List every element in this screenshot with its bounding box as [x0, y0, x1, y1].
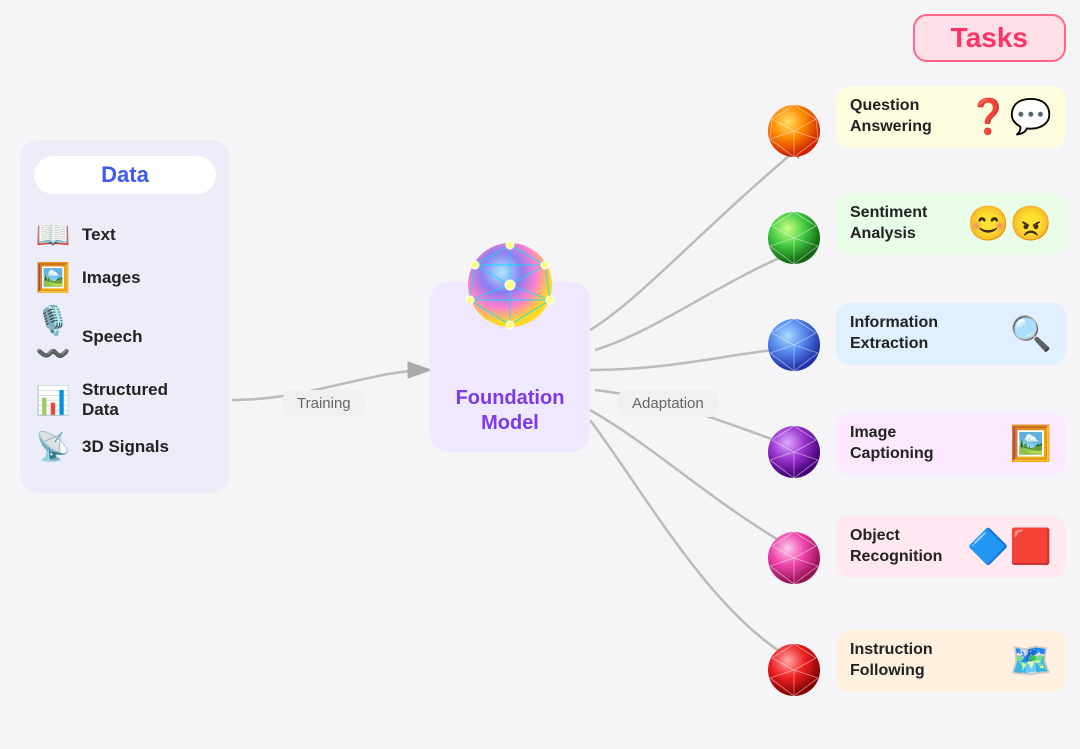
data-item-structured: 📊 StructuredData: [34, 380, 216, 420]
task-card-qa: QuestionAnswering ❓💬: [836, 86, 1066, 148]
task-qa-icon: ❓💬: [967, 97, 1052, 137]
data-panel: Data 📖 Text 🖼️ Images 🎙️〰️ Speech 📊 Stru…: [20, 140, 230, 493]
foundation-model-box: FoundationModel: [430, 282, 590, 452]
task-ic-icon: 🖼️: [1010, 424, 1052, 464]
data-label-3d: 3D Signals: [82, 437, 169, 457]
signals-icon: 📡: [34, 430, 72, 463]
foundation-model-label: FoundationModel: [456, 386, 565, 436]
data-item-speech: 🎙️〰️ Speech: [34, 304, 216, 370]
data-label-speech: Speech: [82, 327, 142, 347]
task-sa-label: SentimentAnalysis: [850, 203, 957, 245]
task-qa-label: QuestionAnswering: [850, 96, 957, 138]
task-ie-label: InformationExtraction: [850, 313, 1000, 355]
sphere-ic: [766, 424, 822, 480]
task-ie-icon: 🔍: [1010, 314, 1052, 354]
data-item-text: 📖 Text: [34, 218, 216, 251]
sphere-or: [766, 530, 822, 586]
task-card-if: InstructionFollowing 🗺️: [836, 630, 1066, 692]
task-sa-icon: 😊😠: [967, 204, 1052, 244]
data-title: Data: [34, 156, 216, 194]
sphere-sa: [766, 210, 822, 266]
data-label-images: Images: [82, 268, 141, 288]
speech-icon: 🎙️〰️: [34, 304, 72, 370]
structured-icon: 📊: [34, 384, 72, 417]
data-label-structured: StructuredData: [82, 380, 168, 420]
sphere-qa: [766, 103, 822, 159]
task-card-or: ObjectRecognition 🔷🟥: [836, 516, 1066, 578]
task-if-icon: 🗺️: [1010, 641, 1052, 681]
sphere-if: [766, 642, 822, 698]
task-card-ic: ImageCaptioning 🖼️: [836, 413, 1066, 475]
task-or-icon: 🔷🟥: [967, 527, 1052, 567]
training-label: Training: [283, 390, 365, 417]
adaptation-label: Adaptation: [618, 390, 718, 417]
foundation-sphere-icon: [465, 240, 555, 330]
sphere-ie: [766, 317, 822, 373]
data-item-3d: 📡 3D Signals: [34, 430, 216, 463]
data-label-text: Text: [82, 225, 116, 245]
images-icon: 🖼️: [34, 261, 72, 294]
task-card-ie: InformationExtraction 🔍: [836, 303, 1066, 365]
task-or-label: ObjectRecognition: [850, 526, 957, 568]
task-if-label: InstructionFollowing: [850, 640, 1000, 682]
data-item-images: 🖼️ Images: [34, 261, 216, 294]
task-card-sa: SentimentAnalysis 😊😠: [836, 193, 1066, 255]
task-ic-label: ImageCaptioning: [850, 423, 1000, 465]
tasks-title: Tasks: [913, 14, 1066, 62]
text-icon: 📖: [34, 218, 72, 251]
